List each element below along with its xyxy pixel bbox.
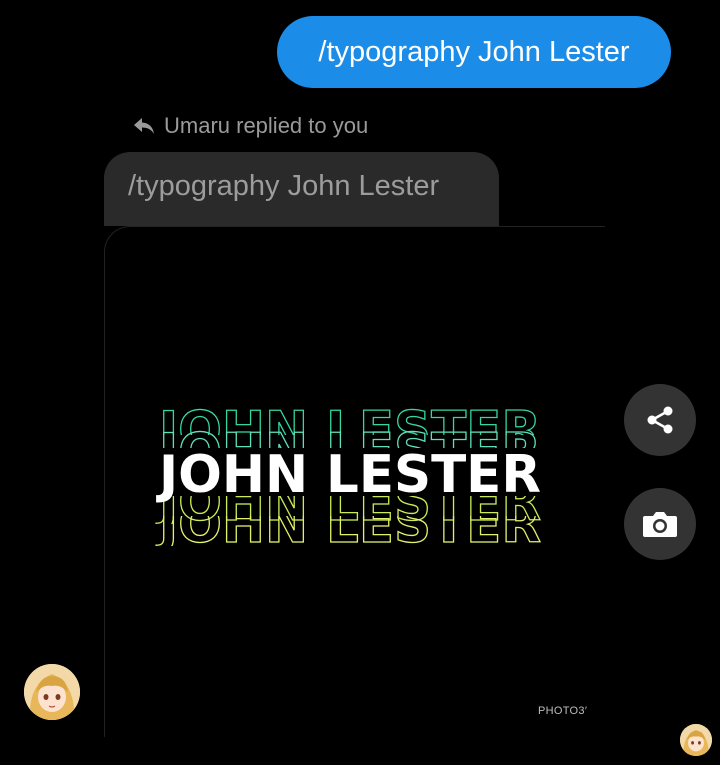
seen-avatar	[680, 724, 712, 756]
reply-header: Umaru replied to you	[132, 112, 368, 140]
camera-icon	[641, 507, 679, 541]
sent-message-text: /typography John Lester	[318, 35, 630, 68]
reply-arrow-icon	[132, 115, 156, 137]
sent-message-bubble[interactable]: /typography John Lester	[277, 16, 671, 88]
reply-header-label: Umaru replied to you	[164, 113, 369, 138]
sender-avatar[interactable]	[24, 664, 80, 720]
share-button[interactable]	[624, 384, 696, 456]
share-icon	[643, 403, 677, 437]
reply-image[interactable]	[104, 226, 605, 737]
photo-watermark: PHOTO3′	[538, 705, 588, 717]
quoted-message-bubble[interactable]: /typography John Lester	[104, 152, 499, 226]
quoted-message-text: /typography John Lester	[128, 170, 440, 202]
camera-button[interactable]	[624, 488, 696, 560]
